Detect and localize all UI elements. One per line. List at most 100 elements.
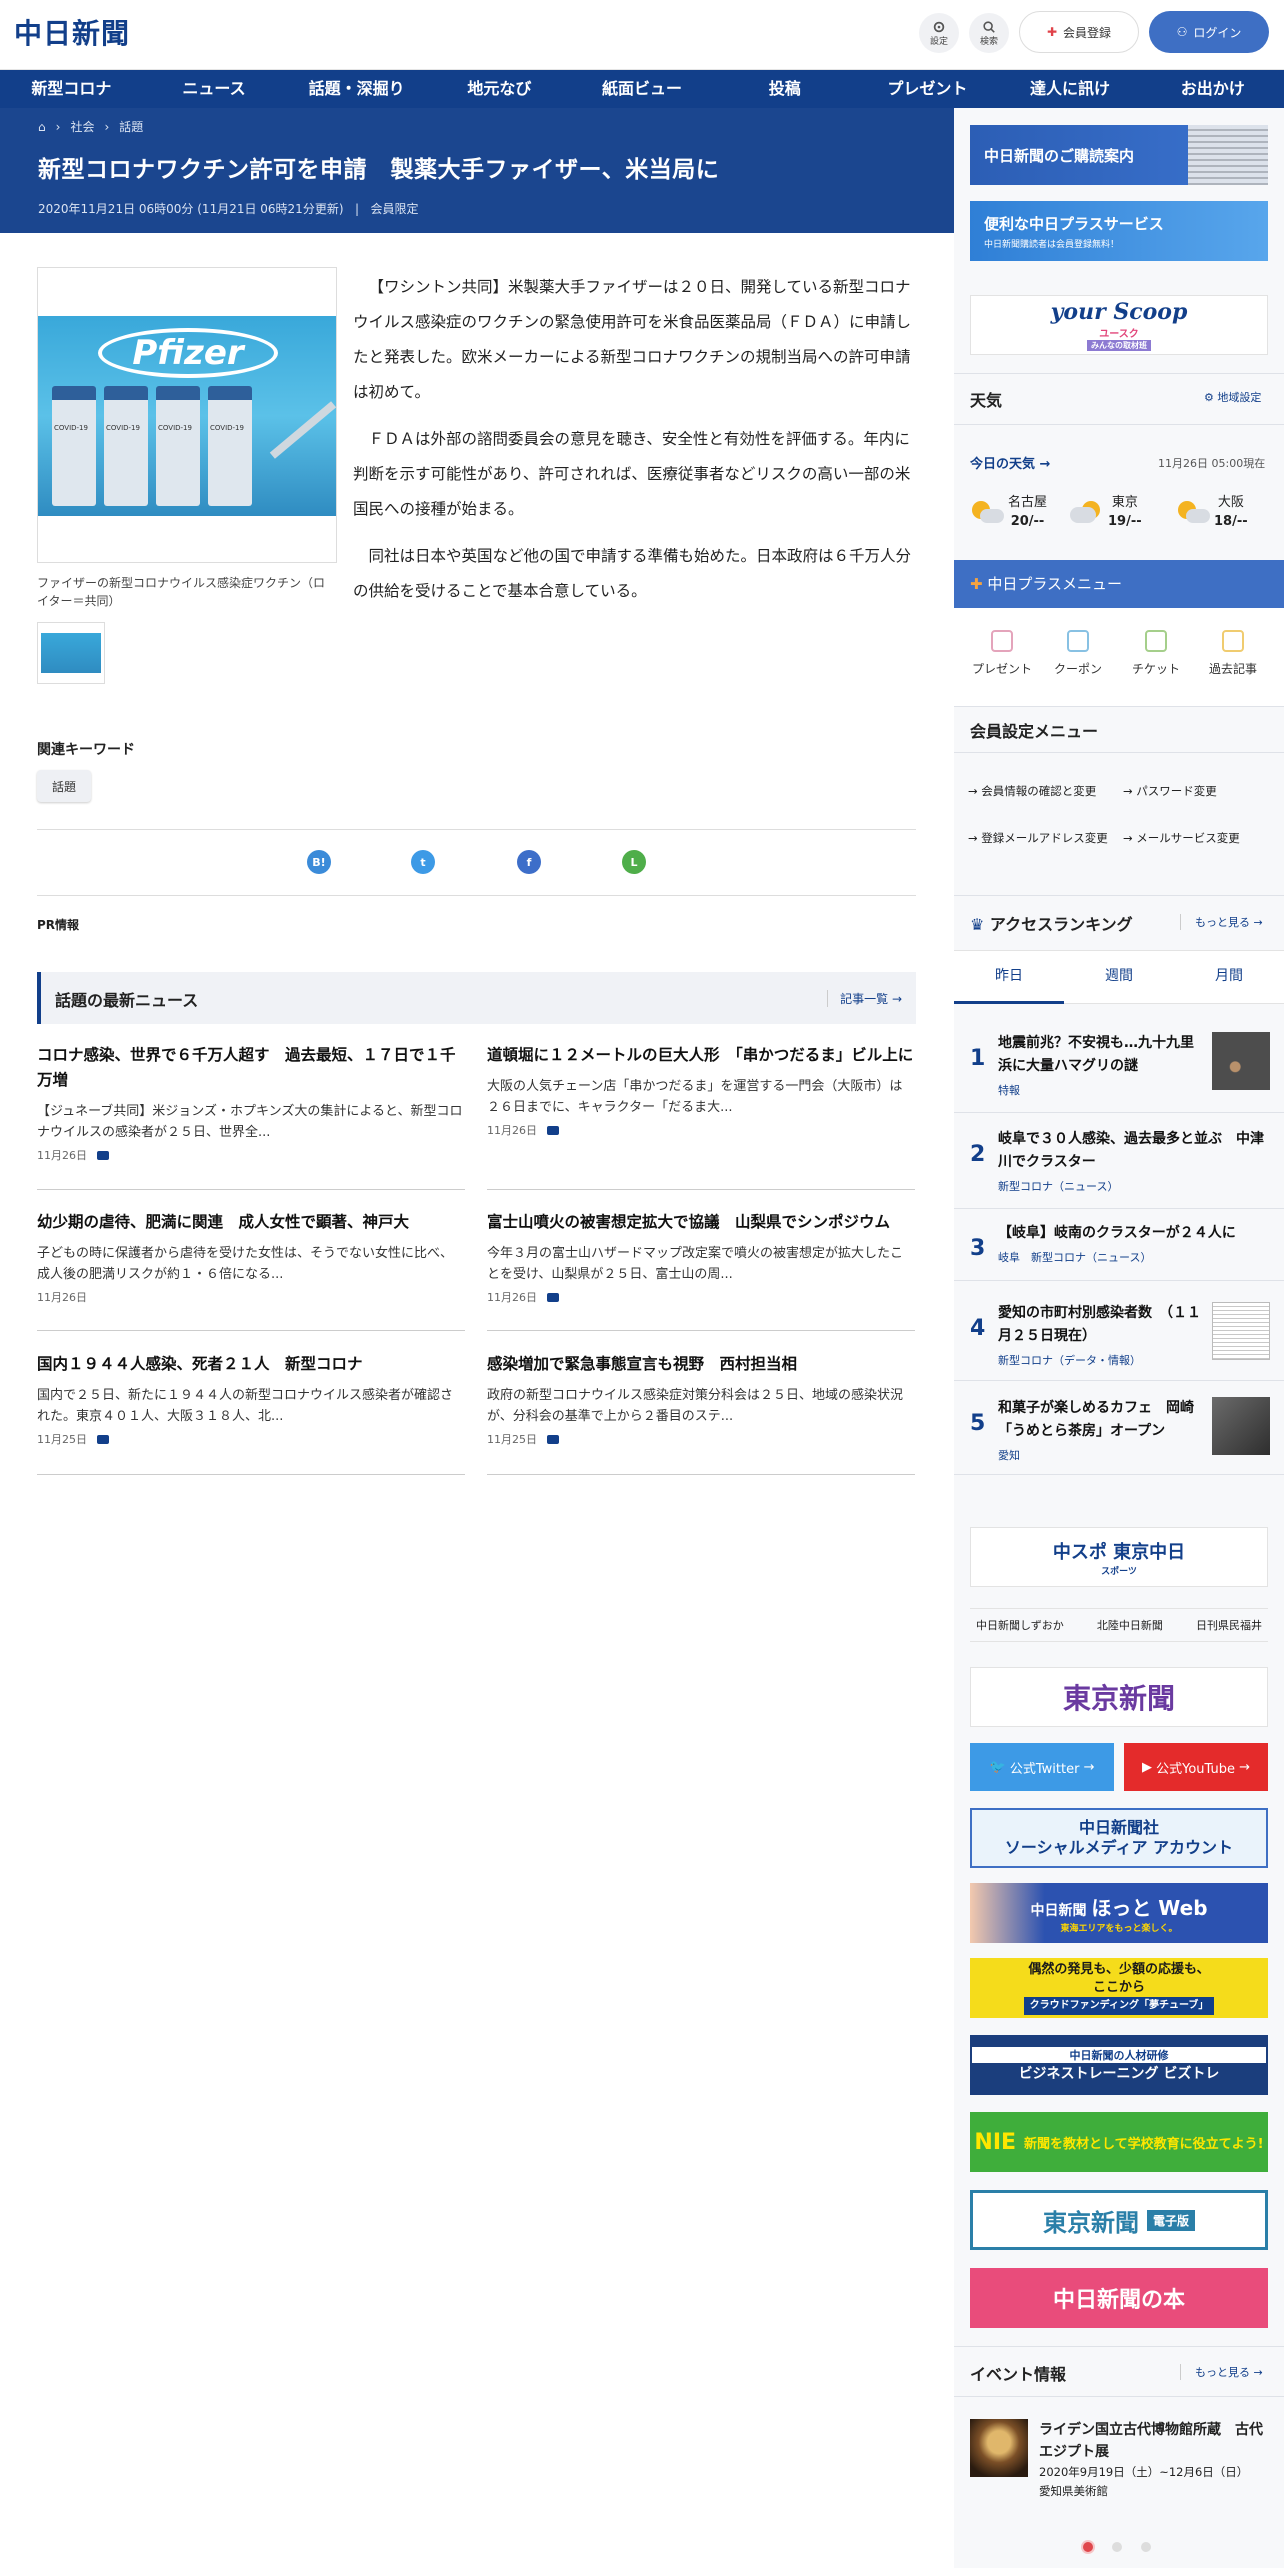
weather-city[interactable]: 大阪 18/--	[1176, 493, 1274, 531]
yume-tube-banner[interactable]: 偶然の発見も、少額の応援も、 ここから クラウドファンディング「夢チューブ」	[970, 1958, 1268, 2018]
photo-thumbnail[interactable]	[37, 622, 105, 684]
article-photo[interactable]: Pfizer COVID-19 COVID-19 COVID-19 COVID-…	[38, 316, 336, 516]
nie-banner[interactable]: NIE 新聞を教材として学校教育に役立てよう!	[970, 2112, 1268, 2172]
article-date-line: 2020年11月21日 06時00分 (11月21日 06時21分更新) | 会…	[38, 202, 419, 216]
weather-city[interactable]: 東京 19/--	[1070, 493, 1168, 531]
affiliate-link[interactable]: 中日新聞しずおか	[976, 1617, 1064, 1633]
member-link[interactable]: → パスワード変更	[1123, 783, 1217, 799]
nav-item[interactable]: プレゼント	[856, 70, 999, 108]
settings-button[interactable]: 設定	[919, 13, 959, 53]
news-item[interactable]: 国内１９４４人感染、死者２１人 新型コロナ 国内で２５日、新たに１９４４人の新型…	[37, 1352, 465, 1447]
article-body: 【ワシントン共同】米製薬大手ファイザーは２０日、開発している新型コロナウイルス感…	[353, 270, 913, 621]
your-scoop-banner[interactable]: your Scoop ユースク みんなの取材班	[970, 295, 1268, 355]
facebook-share-icon[interactable]: f	[517, 850, 541, 874]
home-icon[interactable]: ⌂	[38, 120, 46, 134]
nav-item[interactable]: お出かけ	[1141, 70, 1284, 108]
article-paragraph: ＦＤＡは外部の諮問委員会の意見を聴き、安全性と有効性を評価する。年内に判断を示す…	[353, 430, 911, 518]
affiliate-link[interactable]: 北陸中日新聞	[1097, 1617, 1163, 1633]
nav-item[interactable]: 達人に訊け	[999, 70, 1142, 108]
menu-ticket[interactable]: チケット	[1121, 630, 1191, 677]
weather-city[interactable]: 名古屋 20/--	[970, 493, 1068, 531]
news-item[interactable]: 幼少期の虐待、肥満に関連 成人女性で顕著、神戸大 子どもの時に保護者から虐待を受…	[37, 1210, 465, 1305]
ranking-item[interactable]: 4 愛知の市町村別感染者数 （１１月２５日現在） 新型コロナ（データ・情報）	[970, 1302, 1270, 1368]
news-title: 感染増加で緊急事態宣言も視野 西村担当相	[487, 1355, 798, 1373]
member-link[interactable]: → 会員情報の確認と変更	[968, 783, 1096, 799]
subscription-banner[interactable]: 中日新聞のご購読案内	[970, 125, 1268, 185]
chuspo-banner[interactable]: 中スポ 東京中日 スポーツ	[970, 1527, 1268, 1587]
search-button[interactable]: 検索	[969, 13, 1009, 53]
search-icon	[983, 20, 995, 33]
twitter-share-icon[interactable]: t	[411, 850, 435, 874]
plus-service-banner[interactable]: 便利な中日プラスサービス 中日新聞購読者は会員登録無料！	[970, 201, 1268, 261]
latest-news-heading: 話題の最新ニュース	[55, 991, 199, 1010]
nav-item[interactable]: 地元なび	[428, 70, 571, 108]
ranking-item[interactable]: 1 地震前兆？不安視も…九十九里浜に大量ハマグリの謎 特報	[970, 1032, 1270, 1098]
news-title: 国内１９４４人感染、死者２１人 新型コロナ	[37, 1355, 363, 1373]
tab-monthly[interactable]: 月間	[1174, 950, 1284, 1004]
chunichi-books-banner[interactable]: 中日新聞の本	[970, 2268, 1268, 2328]
nav-item[interactable]: ニュース	[143, 70, 286, 108]
official-youtube-button[interactable]: ▶ 公式YouTube →	[1124, 1743, 1268, 1791]
line-share-icon[interactable]: L	[622, 850, 646, 874]
news-item[interactable]: コロナ感染、世界で６千万人超す 過去最短、１７日で１千万増 【ジュネーブ共同】米…	[37, 1043, 465, 1163]
today-weather-link[interactable]: 今日の天気 →	[970, 453, 1050, 472]
user-icon: ⚇	[1176, 25, 1188, 39]
tab-weekly[interactable]: 週間	[1064, 950, 1174, 1004]
hotto-web-banner[interactable]: 中日新聞 ほっと Web 東海エリアをもっと楽しく。	[970, 1883, 1268, 1943]
social-media-banner[interactable]: 中日新聞社 ソーシャルメディア アカウント	[970, 1808, 1268, 1868]
ranking-more-link[interactable]: もっと見る →	[1180, 914, 1263, 930]
news-item[interactable]: 感染増加で緊急事態宣言も視野 西村担当相 政府の新型コロナウイルス感染症対策分科…	[487, 1352, 915, 1447]
article-list-link[interactable]: 記事一覧 →	[827, 990, 902, 1007]
member-menu-heading: 会員設定メニュー	[970, 722, 1099, 741]
breadcrumb-item[interactable]: 社会	[70, 118, 94, 135]
site-logo[interactable]: 中日新聞	[14, 12, 130, 52]
menu-archive[interactable]: 過去記事	[1198, 630, 1268, 677]
event-thumbnail[interactable]	[970, 2419, 1028, 2477]
ranking-thumbnail	[1212, 1032, 1270, 1090]
region-settings-link[interactable]: ⚙ 地域設定	[1204, 389, 1261, 405]
member-link[interactable]: → メールサービス変更	[1123, 830, 1240, 846]
tokyo-shimbun-banner[interactable]: 東京新聞	[970, 1667, 1268, 1727]
events-more-link[interactable]: もっと見る →	[1180, 2364, 1263, 2380]
keyword-tag[interactable]: 話題	[37, 770, 91, 802]
nav-item[interactable]: 新型コロナ	[0, 70, 143, 108]
tab-yesterday[interactable]: 昨日	[954, 950, 1064, 1004]
search-label: 検索	[979, 36, 998, 47]
global-nav: 新型コロナ ニュース 話題・深掘り 地元なび 紙面ビュー 投稿 プレゼント 達人…	[0, 70, 1284, 108]
divider	[37, 1330, 465, 1331]
menu-coupon[interactable]: クーポン	[1043, 630, 1113, 677]
settings-label: 設定	[929, 36, 948, 47]
nav-item[interactable]: 投稿	[713, 70, 856, 108]
carousel-dot-active[interactable]	[1083, 2542, 1093, 2552]
events-heading: イベント情報	[970, 2365, 1067, 2384]
keywords-heading: 関連キーワード	[37, 742, 135, 758]
event-item[interactable]: ライデン国立古代博物館所蔵 古代エジプト展 2020年9月19日（土）~12月6…	[1039, 2419, 1271, 2501]
ranking-item[interactable]: 2 岐阜で３０人感染、過去最多と並ぶ 中津川でクラスター 新型コロナ（ニュース）	[970, 1128, 1270, 1194]
nav-item[interactable]: 紙面ビュー	[571, 70, 714, 108]
news-item[interactable]: 道頓堀に１２メートルの巨大人形 「串かつだるま」ビル上に 大阪の人気チェーン店「…	[487, 1043, 915, 1138]
hatena-share-icon[interactable]: B!	[307, 850, 331, 874]
vial: COVID-19	[52, 386, 96, 506]
carousel-dot[interactable]	[1112, 2542, 1122, 2552]
ranking-item[interactable]: 3 【岐阜】岐南のクラスターが２４人に 岐阜 新型コロナ（ニュース）	[970, 1222, 1270, 1265]
news-date: 11月25日	[487, 1433, 537, 1446]
carousel-dot[interactable]	[1141, 2542, 1151, 2552]
member-link[interactable]: → 登録メールアドレス変更	[968, 830, 1118, 847]
menu-present[interactable]: プレゼント	[967, 630, 1037, 677]
nav-item[interactable]: 話題・深掘り	[285, 70, 428, 108]
tokyo-digital-banner[interactable]: 東京新聞 電子版	[970, 2190, 1268, 2250]
news-summary: 政府の新型コロナウイルス感染症対策分科会は２５日、地域の感染状況が、分科会の基準…	[487, 1388, 904, 1424]
vial: COVID-19	[156, 386, 200, 506]
news-item[interactable]: 富士山噴火の被害想定拡大で協議 山梨県でシンポジウム 今年３月の富士山ハザードマ…	[487, 1210, 915, 1305]
register-button[interactable]: ✚ 会員登録	[1019, 11, 1139, 53]
gear-icon: ⚙	[1204, 391, 1214, 404]
breadcrumb-item[interactable]: 話題	[119, 118, 143, 135]
bizotore-banner[interactable]: 中日新聞の人材研修 ビジネストレーニング ビズトレ	[970, 2035, 1268, 2095]
ranking-item[interactable]: 5 和菓子が楽しめるカフェ 岡崎「うめとら茶房」オープン 愛知	[970, 1397, 1270, 1463]
news-date: 11月26日	[487, 1291, 537, 1304]
camera-icon	[97, 1434, 109, 1444]
login-button[interactable]: ⚇ ログイン	[1149, 11, 1269, 53]
affiliate-link[interactable]: 日刊県民福井	[1196, 1617, 1262, 1633]
latest-news-header: 話題の最新ニュース 記事一覧 →	[37, 972, 916, 1024]
official-twitter-button[interactable]: 🐦 公式Twitter →	[970, 1743, 1114, 1791]
